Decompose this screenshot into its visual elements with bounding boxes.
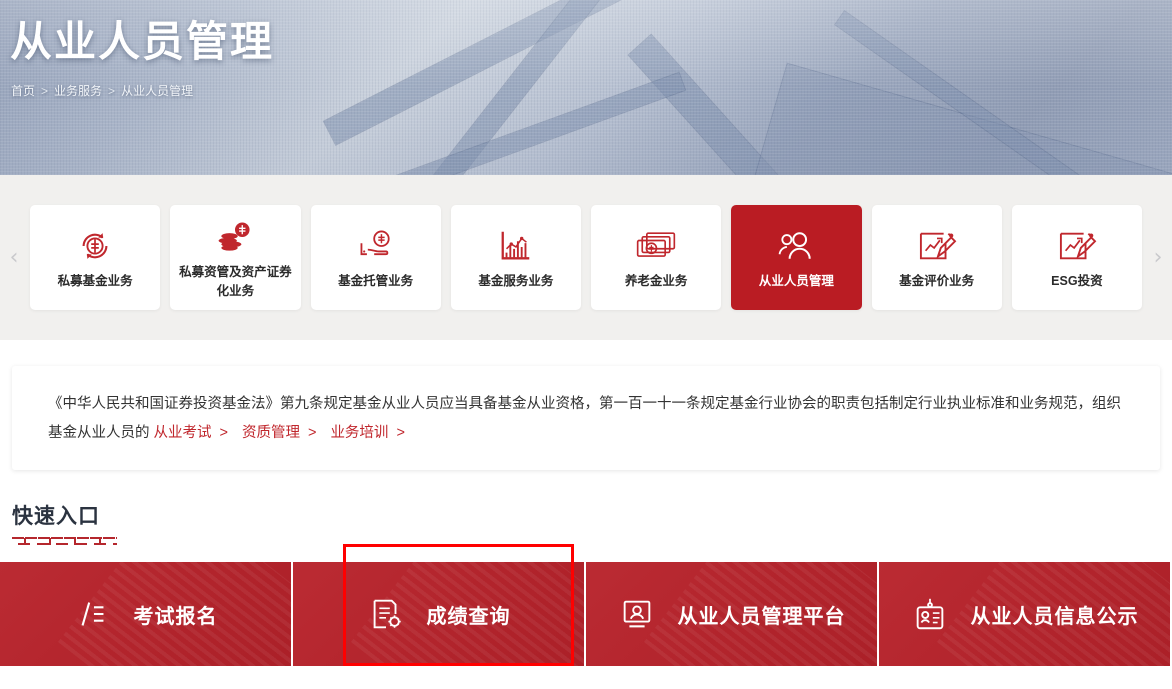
category-card-label: 私募基金业务 [57, 274, 133, 289]
category-card-asset-management[interactable]: 私募资管及资产证券化业务 [170, 205, 301, 310]
bar-chart-icon [497, 224, 535, 268]
quick-tile-info-disclosure[interactable]: 从业人员信息公示 [879, 562, 1172, 666]
category-card-private-fund[interactable]: 私募基金业务 [30, 205, 161, 310]
category-card-list: 私募基金业务 私募资管及资产证券化业务 基金托管业务 基金服务业务 养老金业务 … [28, 205, 1144, 310]
quick-entry-title: 快速入口 [12, 505, 100, 528]
link-training[interactable]: 业务培训 [330, 425, 388, 441]
category-card-fund-service[interactable]: 基金服务业务 [450, 205, 581, 310]
info-card: 《中华人民共和国证券投资基金法》第九条规定基金从业人员应当具备基金从业资格，第一… [12, 366, 1160, 470]
business-category-carousel: ‹ 私募基金业务 私募资管及资产证券化业务 基金托管业务 基金服务业务 养老金业… [0, 175, 1172, 340]
id-badge-icon [911, 595, 949, 633]
quick-tile-label: 成绩查询 [426, 605, 511, 628]
recycle-yuan-icon [76, 224, 114, 268]
title-underline-decoration [12, 537, 117, 546]
coin-stack-yuan-icon [215, 215, 255, 259]
category-card-label: 私募资管及资产证券化业务 [179, 265, 292, 298]
page-title: 从业人员管理 [10, 18, 275, 65]
category-card-label: 养老金业务 [624, 274, 688, 289]
category-card-label: 基金评价业务 [899, 274, 975, 289]
category-card-esg[interactable]: ESG投资 [1011, 205, 1142, 310]
breadcrumb-item-services[interactable]: 业务服务 [54, 82, 102, 99]
category-card-label: ESG投资 [1051, 274, 1103, 289]
exam-signup-icon [74, 595, 112, 633]
category-card-label: 基金托管业务 [338, 274, 414, 289]
carousel-next-icon[interactable]: › [1144, 246, 1172, 269]
quick-tile-label: 从业人员管理平台 [677, 605, 846, 628]
quick-tile-score-query[interactable]: 成绩查询 [293, 562, 586, 666]
category-card-label: 从业人员管理 [758, 274, 834, 289]
breadcrumb-separator: > [41, 83, 49, 98]
link-arrow-icon: > [396, 425, 405, 441]
document-gear-icon [367, 595, 405, 633]
category-card-label: 基金服务业务 [478, 274, 554, 289]
page-banner: 从业人员管理 首页 > 业务服务 > 从业人员管理 [0, 0, 1172, 175]
quick-entry-header: 快速入口 [12, 500, 1172, 546]
chart-pencil-icon [1057, 224, 1097, 268]
link-qualification[interactable]: 资质管理 [242, 425, 300, 441]
breadcrumb: 首页 > 业务服务 > 从业人员管理 [11, 82, 193, 99]
info-paragraph: 《中华人民共和国证券投资基金法》第九条规定基金从业人员应当具备基金从业资格，第一… [48, 390, 1124, 448]
link-exam[interactable]: 从业考试 [154, 425, 212, 441]
link-arrow-icon: > [307, 425, 317, 441]
quick-tile-management-platform[interactable]: 从业人员管理平台 [586, 562, 879, 666]
quick-entry-bar: 考试报名 成绩查询 从业人员管理平台 从业人员信息公示 [0, 544, 1172, 666]
quick-tile-exam-signup[interactable]: 考试报名 [0, 562, 293, 666]
banknotes-yuan-icon [634, 224, 678, 268]
hand-yuan-icon [356, 224, 396, 268]
breadcrumb-separator: > [108, 83, 116, 98]
breadcrumb-item-current: 从业人员管理 [121, 84, 194, 98]
link-arrow-icon: > [219, 425, 228, 441]
person-card-icon [618, 595, 656, 633]
quick-tile-label: 从业人员信息公示 [970, 605, 1139, 628]
breadcrumb-item-home[interactable]: 首页 [11, 82, 35, 99]
chart-pencil-icon [917, 224, 957, 268]
carousel-prev-icon[interactable]: ‹ [0, 246, 28, 269]
people-group-icon [775, 224, 817, 268]
quick-tile-label: 考试报名 [133, 605, 218, 628]
category-card-pension[interactable]: 养老金业务 [591, 205, 722, 310]
info-inline-links: 从业考试 > 资质管理 > 业务培训 > [150, 425, 415, 441]
info-section: 《中华人民共和国证券投资基金法》第九条规定基金从业人员应当具备基金从业资格，第一… [0, 340, 1172, 484]
category-card-fund-evaluation[interactable]: 基金评价业务 [871, 205, 1002, 310]
category-card-custody[interactable]: 基金托管业务 [310, 205, 441, 310]
category-card-practitioner-management[interactable]: 从业人员管理 [731, 205, 862, 310]
